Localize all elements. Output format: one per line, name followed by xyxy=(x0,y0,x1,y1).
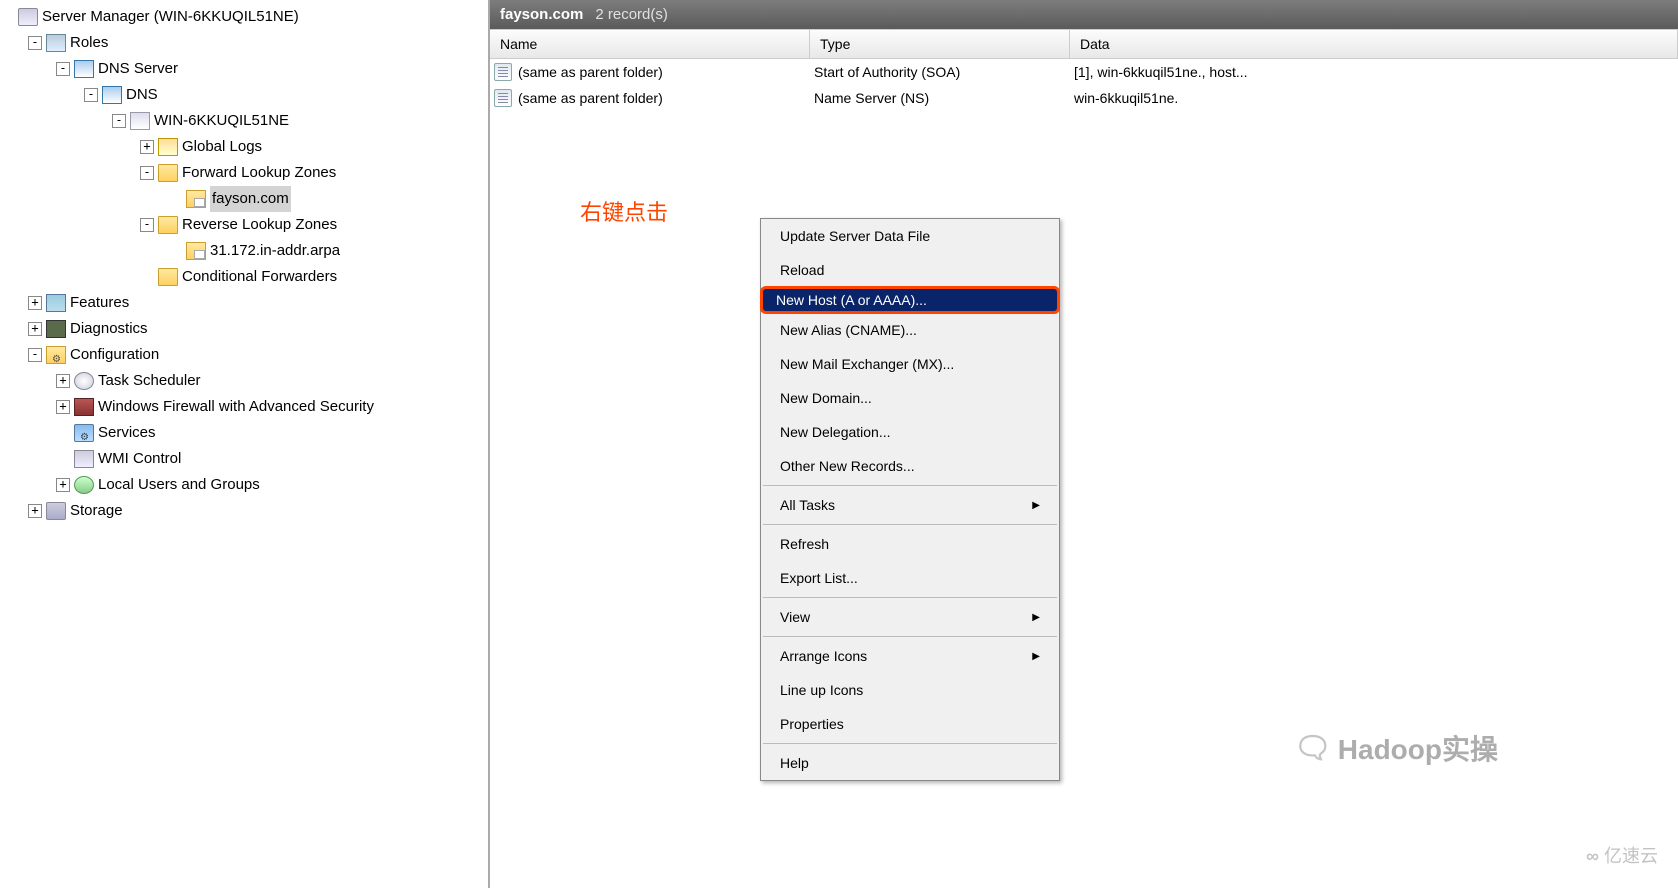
col-data[interactable]: Data xyxy=(1070,30,1678,58)
ctx-lineup[interactable]: Line up Icons xyxy=(761,673,1059,707)
submenu-arrow-icon: ▶ xyxy=(1032,651,1040,662)
expander-icon[interactable]: - xyxy=(112,114,126,128)
watermark-hadoop: Hadoop实操 xyxy=(1294,728,1498,768)
submenu-arrow-icon: ▶ xyxy=(1032,612,1040,623)
tree-selected: fayson.com xyxy=(210,186,291,212)
expander-icon[interactable]: + xyxy=(28,504,42,518)
tree-wmi[interactable]: WMI Control xyxy=(0,446,488,472)
expander-icon[interactable]: - xyxy=(28,348,42,362)
ctx-all-tasks[interactable]: All Tasks▶ xyxy=(761,488,1059,522)
tree-task-scheduler[interactable]: +Task Scheduler xyxy=(0,368,488,394)
record-icon xyxy=(494,89,512,107)
tree-fwd-zones[interactable]: -Forward Lookup Zones xyxy=(0,160,488,186)
separator xyxy=(763,636,1057,637)
ctx-new-alias[interactable]: New Alias (CNAME)... xyxy=(761,313,1059,347)
tree-dns-server[interactable]: -DNS Server xyxy=(0,56,488,82)
expander-icon[interactable]: + xyxy=(56,478,70,492)
tree-features[interactable]: +Features xyxy=(0,290,488,316)
expander-icon[interactable]: + xyxy=(140,140,154,154)
tree-local-users[interactable]: +Local Users and Groups xyxy=(0,472,488,498)
record-count: 2 record(s) xyxy=(595,6,668,23)
col-name[interactable]: Name xyxy=(490,30,810,58)
ctx-refresh[interactable]: Refresh xyxy=(761,527,1059,561)
ctx-help[interactable]: Help xyxy=(761,746,1059,780)
ctx-view[interactable]: View▶ xyxy=(761,600,1059,634)
tree-global-logs[interactable]: +Global Logs xyxy=(0,134,488,160)
annotation-label: 右键点击 xyxy=(580,195,668,227)
tree-root-label: Server Manager (WIN-6KKUQIL51NE) xyxy=(42,4,299,30)
tree-services[interactable]: Services xyxy=(0,420,488,446)
separator xyxy=(763,524,1057,525)
record-row[interactable]: (same as parent folder) Name Server (NS)… xyxy=(490,85,1678,111)
tree-dns[interactable]: -DNS xyxy=(0,82,488,108)
separator xyxy=(763,485,1057,486)
record-list: (same as parent folder) Start of Authori… xyxy=(490,59,1678,111)
expander-icon[interactable]: + xyxy=(56,374,70,388)
separator xyxy=(763,597,1057,598)
expander-icon[interactable]: - xyxy=(84,88,98,102)
record-icon xyxy=(494,63,512,81)
tree-fayson[interactable]: fayson.com xyxy=(0,186,488,212)
col-type[interactable]: Type xyxy=(810,30,1070,58)
zone-title: fayson.com xyxy=(500,6,583,23)
tree-root[interactable]: Server Manager (WIN-6KKUQIL51NE) xyxy=(0,4,488,30)
expander-icon[interactable]: - xyxy=(140,218,154,232)
expander-icon[interactable]: - xyxy=(28,36,42,50)
tree-cond-fwd[interactable]: Conditional Forwarders xyxy=(0,264,488,290)
tree-host[interactable]: -WIN-6KKUQIL51NE xyxy=(0,108,488,134)
ctx-arrange[interactable]: Arrange Icons▶ xyxy=(761,639,1059,673)
ctx-new-mx[interactable]: New Mail Exchanger (MX)... xyxy=(761,347,1059,381)
expander-icon[interactable]: - xyxy=(56,62,70,76)
ctx-reload[interactable]: Reload xyxy=(761,253,1059,287)
context-menu: Update Server Data File Reload New Host … xyxy=(760,218,1060,781)
tree-rev-zones[interactable]: -Reverse Lookup Zones xyxy=(0,212,488,238)
ctx-new-delegation[interactable]: New Delegation... xyxy=(761,415,1059,449)
expander-icon[interactable]: - xyxy=(140,166,154,180)
expander-icon[interactable]: + xyxy=(56,400,70,414)
tree-rev-zone1[interactable]: 31.172.in-addr.arpa xyxy=(0,238,488,264)
ctx-export[interactable]: Export List... xyxy=(761,561,1059,595)
tree-configuration[interactable]: -Configuration xyxy=(0,342,488,368)
ctx-new-domain[interactable]: New Domain... xyxy=(761,381,1059,415)
expander-icon[interactable]: + xyxy=(28,322,42,336)
column-headers: Name Type Data xyxy=(490,29,1678,59)
ctx-update[interactable]: Update Server Data File xyxy=(761,219,1059,253)
watermark-yisu: 亿速云 xyxy=(1586,842,1658,868)
ctx-other-new[interactable]: Other New Records... xyxy=(761,449,1059,483)
expander-icon[interactable]: + xyxy=(28,296,42,310)
tree-roles[interactable]: -Roles xyxy=(0,30,488,56)
separator xyxy=(763,743,1057,744)
ctx-new-host[interactable]: New Host (A or AAAA)... xyxy=(760,286,1060,314)
content-header: fayson.com 2 record(s) xyxy=(490,0,1678,29)
tree-diagnostics[interactable]: +Diagnostics xyxy=(0,316,488,342)
record-row[interactable]: (same as parent folder) Start of Authori… xyxy=(490,59,1678,85)
tree-storage[interactable]: +Storage xyxy=(0,498,488,524)
tree-firewall[interactable]: +Windows Firewall with Advanced Security xyxy=(0,394,488,420)
submenu-arrow-icon: ▶ xyxy=(1032,500,1040,511)
tree-panel: Server Manager (WIN-6KKUQIL51NE) -Roles … xyxy=(0,0,490,888)
ctx-properties[interactable]: Properties xyxy=(761,707,1059,741)
